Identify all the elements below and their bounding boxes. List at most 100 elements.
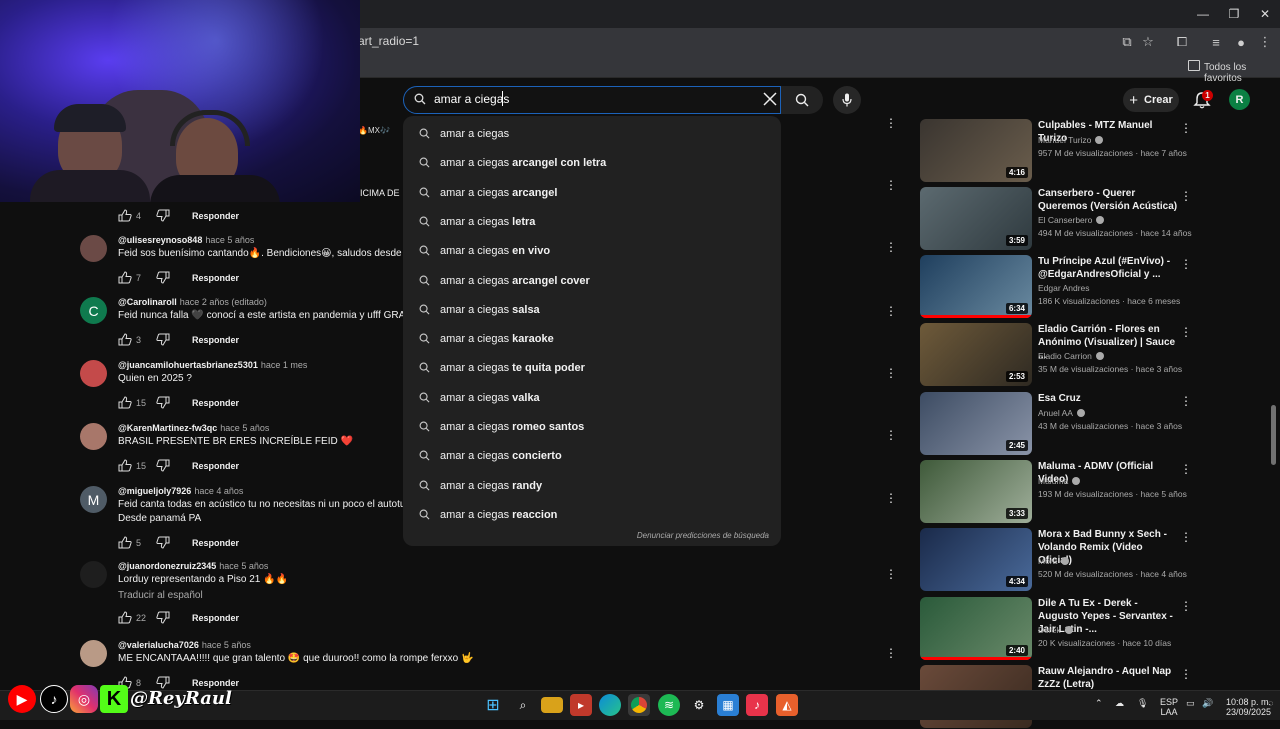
windows-start-icon[interactable]: ⊞ xyxy=(482,694,504,716)
video-title[interactable]: Tu Príncipe Azul (#EnVivo) - @EdgarAndre… xyxy=(1038,255,1178,281)
video-menu-icon[interactable]: ⋮ xyxy=(1180,667,1192,681)
voice-search-button[interactable] xyxy=(833,86,861,114)
video-title[interactable]: Esa Cruz xyxy=(1038,392,1178,405)
like-icon[interactable] xyxy=(118,611,132,624)
tray-expand-icon[interactable]: ⌃ xyxy=(1095,698,1103,708)
studio-app-icon[interactable]: ◭ xyxy=(776,694,798,716)
related-video-item[interactable]: 6:34 Tu Príncipe Azul (#EnVivo) - @EdgarA… xyxy=(920,255,1192,319)
settings-gear-icon[interactable]: ⚙ xyxy=(688,694,710,716)
report-predictions-link[interactable]: Denunciar predicciones de búsqueda xyxy=(637,531,769,540)
commenter-handle[interactable]: @KarenMartinez-fw3qc xyxy=(118,423,217,433)
video-thumbnail[interactable]: 3:33 xyxy=(920,460,1032,523)
video-thumbnail[interactable]: 2:45 xyxy=(920,392,1032,455)
comment-time[interactable]: hace 5 años xyxy=(205,235,254,245)
chrome-browser-icon[interactable] xyxy=(628,694,650,716)
video-title[interactable]: Rauw Alejandro - Aquel Nap ZzZz (Letra) xyxy=(1038,665,1178,691)
comment-menu-icon[interactable]: ⋮ xyxy=(885,240,897,254)
spotify-icon[interactable]: ≋ xyxy=(658,694,680,716)
video-thumbnail[interactable]: 6:34 xyxy=(920,255,1032,318)
video-thumbnail[interactable]: 2:40 xyxy=(920,597,1032,660)
close-window-icon[interactable]: ✕ xyxy=(1248,0,1280,28)
video-menu-icon[interactable]: ⋮ xyxy=(1180,394,1192,408)
dislike-icon[interactable] xyxy=(156,611,170,624)
related-video-item[interactable]: 3:33 Maluma - ADMV (Official Video) Maluma… xyxy=(920,460,1192,524)
profile-icon[interactable]: ● xyxy=(1232,33,1250,51)
search-suggestion[interactable]: amar a ciegas reaccion xyxy=(403,501,781,530)
video-channel[interactable]: Derek xyxy=(1038,625,1073,635)
dislike-icon[interactable] xyxy=(156,459,170,472)
commenter-avatar[interactable] xyxy=(80,423,107,450)
notification-center-icon[interactable]: ◌ xyxy=(1268,698,1273,708)
dislike-icon[interactable] xyxy=(156,333,170,346)
like-icon[interactable] xyxy=(118,459,132,472)
video-channel[interactable]: Manuel Turizo xyxy=(1038,135,1104,145)
video-thumbnail[interactable]: 2:53 xyxy=(920,323,1032,386)
input-language[interactable]: ESP LAA xyxy=(1160,697,1178,717)
minimize-icon[interactable]: — xyxy=(1186,0,1220,28)
clear-search-icon[interactable] xyxy=(761,90,779,108)
search-suggestion[interactable]: amar a ciegas randy xyxy=(403,472,781,501)
comment-menu-icon[interactable]: ⋮ xyxy=(885,567,897,581)
related-video-item[interactable]: 3:59 Canserbero - Querer Queremos (Versió… xyxy=(920,187,1192,251)
comment-menu-icon[interactable]: ⋮ xyxy=(885,116,897,130)
video-menu-icon[interactable]: ⋮ xyxy=(1180,257,1192,271)
related-video-item[interactable]: 4:34 Mora x Bad Bunny x Sech - Volando Re… xyxy=(920,528,1192,592)
search-suggestion[interactable]: amar a ciegas te quita poder xyxy=(403,354,781,383)
comment-menu-icon[interactable]: ⋮ xyxy=(885,304,897,318)
media-app-icon[interactable]: ▸ xyxy=(570,694,592,716)
like-icon[interactable] xyxy=(118,209,132,222)
search-suggestion[interactable]: amar a ciegas en vivo xyxy=(403,237,781,266)
search-suggestion[interactable]: amar a ciegas karaoke xyxy=(403,325,781,354)
commenter-handle[interactable]: @valerialucha7026 xyxy=(118,640,199,650)
dislike-icon[interactable] xyxy=(156,271,170,284)
microphone-tray-icon[interactable]: 🎙 xyxy=(1137,698,1148,708)
all-bookmarks-link[interactable]: Todos los favoritos xyxy=(1204,62,1280,84)
video-menu-icon[interactable]: ⋮ xyxy=(1180,325,1192,339)
reply-button[interactable]: Responder xyxy=(192,273,239,283)
video-channel[interactable]: Edgar Andres xyxy=(1038,283,1090,293)
dislike-icon[interactable] xyxy=(156,396,170,409)
commenter-handle[interactable]: @migueljoly7926 xyxy=(118,486,191,496)
install-app-icon[interactable]: ⧉ xyxy=(1118,33,1136,51)
commenter-handle[interactable]: @juancamilohuertasbrianez5301 xyxy=(118,360,258,370)
comment-time[interactable]: hace 4 años xyxy=(194,486,243,496)
search-suggestion[interactable]: amar a ciegas salsa xyxy=(403,296,781,325)
search-suggestion[interactable]: amar a ciegas arcangel con letra xyxy=(403,149,781,178)
reply-button[interactable]: Responder xyxy=(192,538,239,548)
commenter-avatar[interactable]: M xyxy=(80,486,107,513)
video-channel[interactable]: Anuel AA xyxy=(1038,408,1085,418)
tiktok-app-icon[interactable]: ♪ xyxy=(746,694,768,716)
search-button[interactable] xyxy=(781,86,823,114)
related-video-item[interactable]: 2:45 Esa Cruz Anuel AA 43 M de visualizacio… xyxy=(920,392,1192,456)
dislike-icon[interactable] xyxy=(156,536,170,549)
video-channel[interactable]: Mora xyxy=(1038,556,1070,566)
comment-menu-icon[interactable]: ⋮ xyxy=(885,178,897,192)
video-menu-icon[interactable]: ⋮ xyxy=(1180,462,1192,476)
comment-menu-icon[interactable]: ⋮ xyxy=(885,646,897,660)
reply-button[interactable]: Responder xyxy=(192,335,239,345)
video-menu-icon[interactable]: ⋮ xyxy=(1180,530,1192,544)
comment-menu-icon[interactable]: ⋮ xyxy=(885,491,897,505)
dislike-icon[interactable] xyxy=(156,209,170,222)
commenter-avatar[interactable] xyxy=(80,640,107,667)
translate-link[interactable]: Traducir al español xyxy=(118,590,203,601)
commenter-avatar[interactable] xyxy=(80,360,107,387)
commenter-handle[interactable]: @juanordonezruiz2345 xyxy=(118,561,216,571)
comment-menu-icon[interactable]: ⋮ xyxy=(885,366,897,380)
reply-button[interactable]: Responder xyxy=(192,461,239,471)
video-thumbnail[interactable]: 3:59 xyxy=(920,187,1032,250)
comment-time[interactable]: hace 5 años xyxy=(220,423,269,433)
video-thumbnail[interactable]: 4:16 xyxy=(920,119,1032,182)
video-menu-icon[interactable]: ⋮ xyxy=(1180,121,1192,135)
like-icon[interactable] xyxy=(118,536,132,549)
commenter-avatar[interactable] xyxy=(80,235,107,262)
commenter-handle[interactable]: @ulisesreynoso848 xyxy=(118,235,202,245)
onedrive-cloud-icon[interactable]: ☁ xyxy=(1115,698,1124,708)
search-suggestion[interactable]: amar a ciegas concierto xyxy=(403,442,781,471)
extensions-icon[interactable]: ⧠ xyxy=(1173,33,1191,51)
search-suggestion[interactable]: amar a ciegas xyxy=(403,120,781,149)
reply-button[interactable]: Responder xyxy=(192,211,239,221)
search-suggestion[interactable]: amar a ciegas arcangel cover xyxy=(403,267,781,296)
page-scrollbar[interactable] xyxy=(1271,405,1276,465)
browser-menu-icon[interactable]: ⋮ xyxy=(1256,33,1274,51)
